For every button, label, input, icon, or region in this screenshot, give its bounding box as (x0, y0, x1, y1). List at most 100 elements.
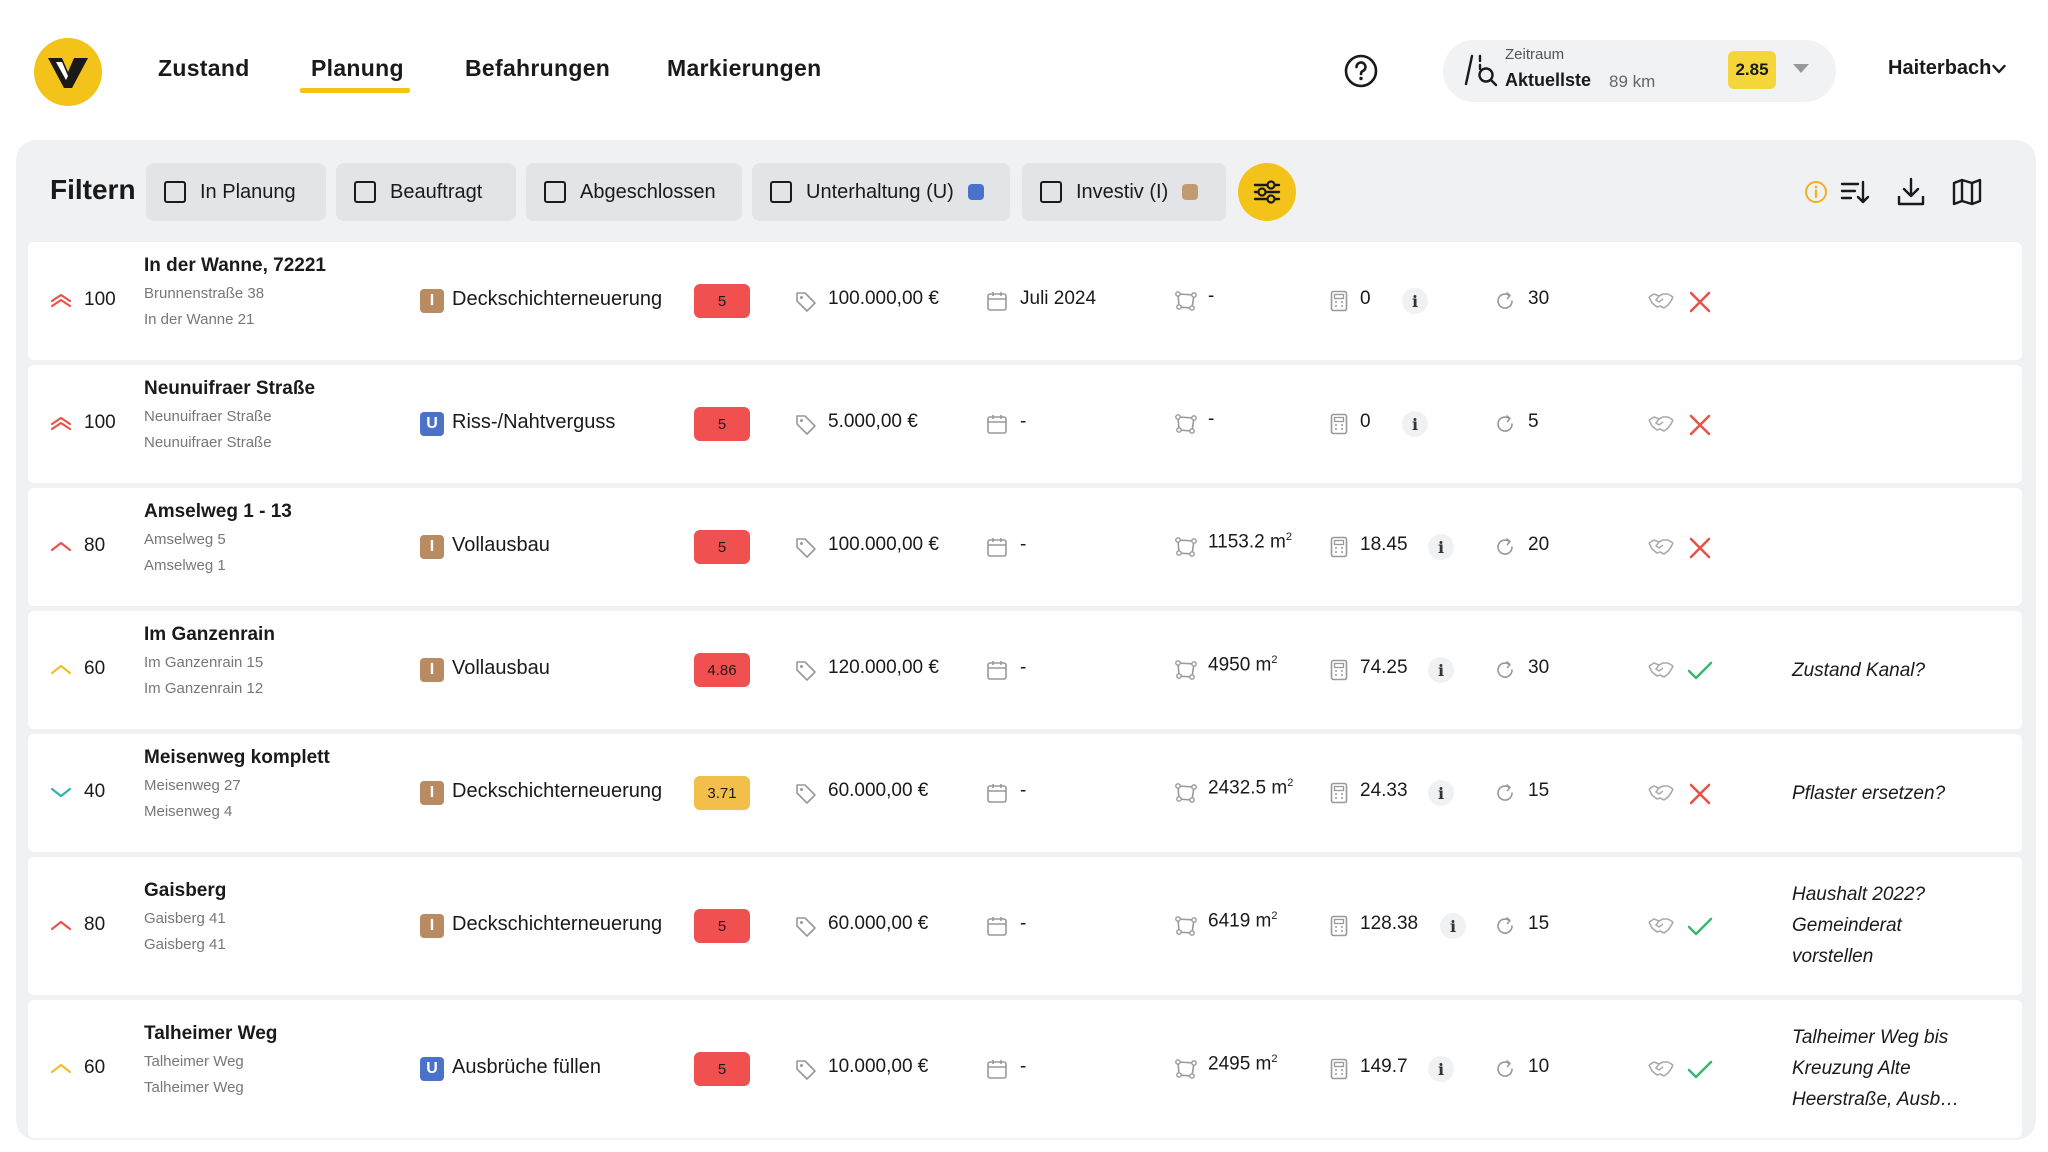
info-icon[interactable]: i (1428, 657, 1454, 683)
info-icon[interactable]: i (1428, 1056, 1454, 1082)
app-logo[interactable] (34, 38, 102, 106)
area-unit-exponent: 2 (1285, 531, 1292, 543)
check-icon[interactable] (1686, 1059, 1714, 1081)
checkbox[interactable] (770, 181, 792, 203)
refresh-cycle-icon (1497, 538, 1513, 555)
table-row[interactable]: 100 Neunuifraer Straße Neunuifraer Straße N… (28, 365, 2022, 483)
measure-type-badge: I (420, 781, 444, 805)
cross-icon[interactable] (1688, 413, 1712, 437)
road-to: In der Wanne 21 (144, 311, 255, 328)
check-icon[interactable] (1686, 660, 1714, 682)
grade-badge: 5 (694, 909, 750, 943)
refresh-cycle-icon (1497, 784, 1513, 801)
table-row[interactable]: 100 In der Wanne, 72221 Brunnenstraße 38 In… (28, 242, 2022, 360)
price-tag-icon (796, 1060, 816, 1080)
info-icon[interactable]: i (1428, 780, 1454, 806)
zeitraum-selector[interactable]: Zeitraum Aktuellste 89 km 2.85 (1443, 40, 1836, 102)
checkbox[interactable] (164, 181, 186, 203)
priority-value: 80 (84, 914, 106, 935)
filter-chip-beauftragt[interactable]: Beauftragt (336, 163, 516, 221)
check-icon[interactable] (1686, 916, 1714, 938)
info-icon[interactable]: i (1402, 288, 1428, 314)
road-from: Meisenweg 27 (144, 777, 241, 794)
refresh-cycle-icon (1497, 917, 1513, 934)
cross-icon[interactable] (1688, 290, 1712, 314)
checkbox[interactable] (544, 181, 566, 203)
zeitraum-label: Zeitraum (1505, 46, 1565, 63)
handshake-icon (1648, 1061, 1674, 1077)
cost-value: 5.000,00 € (828, 411, 918, 432)
measure-type-badge: I (420, 535, 444, 559)
nav-markierungen[interactable]: Markierungen (667, 55, 821, 82)
filter-chip-in-planung[interactable]: In Planung (146, 163, 326, 221)
table-row[interactable]: 80 Amselweg 1 - 13 Amselweg 5 Amselweg 1 I Vo… (28, 488, 2022, 606)
road-title: Talheimer Weg (144, 1023, 278, 1044)
info-icon[interactable]: i (1402, 411, 1428, 437)
filter-chip-abgeschlossen[interactable]: Abgeschlossen (526, 163, 742, 221)
area-text: - (1208, 285, 1215, 307)
area-text: 2495 m (1208, 1053, 1272, 1075)
cost-value: 60.000,00 € (828, 913, 929, 934)
area-value: 4950 m2 (1208, 654, 1278, 676)
sort-icon[interactable] (1838, 176, 1870, 208)
chevron-down-icon[interactable] (1992, 62, 2006, 76)
measure-name: Riss-/Nahtverguss (452, 411, 616, 433)
measure-name: Deckschichterneuerung (452, 288, 663, 310)
handshake-icon (1648, 539, 1674, 555)
road-from: Amselweg 5 (144, 531, 226, 548)
measure-name: Vollausbau (452, 534, 550, 556)
grade-badge: 3.71 (694, 776, 750, 810)
cross-icon[interactable] (1688, 536, 1712, 560)
area-polygon-icon (1175, 1059, 1197, 1079)
area-value: 1153.2 m2 (1208, 531, 1292, 553)
cycle-value: 15 (1528, 913, 1550, 934)
town-selector[interactable]: Haiterbach (1888, 57, 1991, 80)
road-title: Neunuifraer Straße (144, 378, 316, 399)
area-value: 2432.5 m2 (1208, 777, 1293, 799)
help-icon[interactable] (1344, 54, 1378, 88)
cross-icon[interactable] (1688, 782, 1712, 806)
zeitraum-value: Aktuellste (1505, 70, 1592, 90)
road-search-icon (1464, 54, 1498, 87)
area-value: 6419 m2 (1208, 910, 1278, 932)
road-to: Talheimer Weg (144, 1079, 244, 1096)
planned-date: Juli 2024 (1020, 288, 1097, 309)
road-from: Im Ganzenrain 15 (144, 654, 264, 671)
planned-date: - (1020, 780, 1027, 801)
cycle-value: 10 (1528, 1056, 1550, 1077)
calendar-icon (987, 538, 1007, 557)
road-title: Meisenweg komplett (144, 747, 330, 768)
checkbox[interactable] (1040, 181, 1062, 203)
nav-zustand[interactable]: Zustand (158, 55, 250, 82)
cycle-value: 15 (1528, 780, 1550, 801)
table-row[interactable]: 40 Meisenweg komplett Meisenweg 27 Meisenwe… (28, 734, 2022, 852)
advanced-filter-button[interactable] (1238, 163, 1296, 221)
filter-chip-investiv[interactable]: Investiv (I) (1022, 163, 1226, 221)
planning-note: Zustand Kanal? (1792, 660, 1926, 681)
chevron-down-icon (50, 787, 72, 798)
area-unit-exponent: 2 (1271, 654, 1278, 666)
double-chevron-up-icon (50, 293, 72, 308)
cost-value: 100.000,00 € (828, 534, 939, 555)
measure-type-badge: U (420, 412, 444, 436)
nav-planung[interactable]: Planung (311, 55, 404, 82)
table-row[interactable]: 80 Gaisberg Gaisberg 41 Gaisberg 41 I Decksch… (28, 857, 2022, 995)
info-circle-icon[interactable] (1804, 180, 1828, 204)
table-row[interactable]: 60 Im Ganzenrain Im Ganzenrain 15 Im Ganzen… (28, 611, 2022, 729)
road-from: Brunnenstraße 38 (144, 285, 265, 302)
filter-chip-unterhaltung[interactable]: Unterhaltung (U) (752, 163, 1010, 221)
planning-note: Pflaster ersetzen? (1792, 783, 1946, 804)
nav-befahrungen[interactable]: Befahrungen (465, 55, 610, 82)
price-tag-icon (796, 661, 816, 681)
area-polygon-icon (1175, 537, 1197, 557)
road-from: Talheimer Weg (144, 1053, 244, 1070)
checkbox[interactable] (354, 181, 376, 203)
zeitraum-grade-badge: 2.85 (1728, 51, 1776, 89)
info-icon[interactable]: i (1428, 534, 1454, 560)
table-row[interactable]: 60 Talheimer Weg Talheimer Weg Talheimer We… (28, 1000, 2022, 1138)
price-tag-icon (796, 538, 816, 558)
road-from: Gaisberg 41 (144, 910, 226, 927)
map-icon[interactable] (1951, 176, 1983, 208)
info-icon[interactable]: i (1440, 913, 1466, 939)
download-icon[interactable] (1895, 176, 1927, 208)
